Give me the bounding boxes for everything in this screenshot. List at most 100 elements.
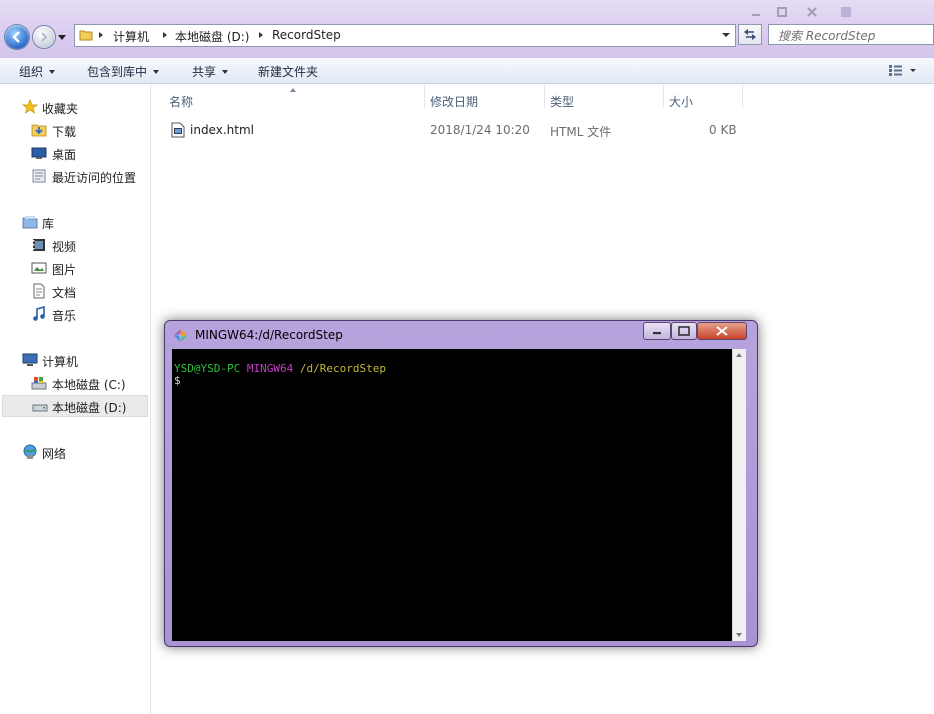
star-icon [22,99,38,114]
nav-favorites-label: 收藏夹 [42,102,79,116]
file-name: index.html [190,123,254,137]
file-modified: 2018/1/24 10:20 [430,123,530,137]
nav-item-label: 桌面 [52,148,77,162]
breadcrumb-separator [99,32,103,38]
nav-item-label: 文档 [52,286,77,300]
column-header-type[interactable]: 类型 [544,84,664,109]
nav-item-label: 最近访问的位置 [52,171,137,185]
folder-icon [79,30,93,41]
share-menu[interactable]: 共享 [192,63,229,80]
nav-network-label: 网络 [42,447,67,461]
nav-item-drive-c[interactable]: 本地磁盘 (C:) [0,372,148,394]
back-arrow-icon [12,31,20,43]
git-bash-icon [174,329,187,342]
breadcrumb-computer[interactable]: 计算机 [113,28,149,45]
video-icon [33,239,45,251]
recent-places-icon [32,169,46,183]
minimize-icon[interactable] [750,6,762,18]
recent-pages-dropdown-icon[interactable] [58,33,66,41]
nav-libraries[interactable]: 库 [0,211,148,233]
forward-button[interactable] [33,26,55,48]
breadcrumb-recordstep[interactable]: RecordStep [272,28,341,42]
music-icon [33,306,45,321]
prompt-path: /d/RecordStep [299,362,386,375]
search-input[interactable]: 搜索 RecordStep [768,24,934,45]
terminal-prompt-line: YSD@YSD-PC MINGW64 /d/RecordStep [174,363,386,375]
computer-icon [22,353,38,366]
nav-item-label: 音乐 [52,309,77,323]
refresh-button[interactable] [738,24,762,45]
column-header-name[interactable]: 名称 [163,84,425,109]
nav-item-pictures[interactable]: 图片 [0,257,148,279]
nav-network[interactable]: 网络 [0,441,148,463]
organize-menu[interactable]: 组织 [19,63,56,80]
nav-item-desktop[interactable]: 桌面 [0,142,148,164]
nav-computer[interactable]: 计算机 [0,349,148,371]
nav-libraries-label: 库 [42,217,55,231]
scroll-down-icon[interactable] [736,633,742,637]
refresh-icon [744,29,756,40]
terminal-title-bar[interactable]: MINGW64:/d/RecordStep [165,321,757,349]
include-in-library-menu[interactable]: 包含到库中 [87,63,160,80]
breadcrumb-separator [163,32,167,38]
nav-computer-label: 计算机 [42,355,79,369]
network-icon [23,444,37,459]
pictures-icon [31,262,47,274]
chevron-down-icon [49,70,56,74]
terminal-minimize-button[interactable] [643,322,671,340]
nav-item-label: 本地磁盘 (D:) [52,401,127,415]
address-path-box[interactable]: 计算机 本地磁盘 (D:) RecordStep [74,24,736,47]
prompt-symbol: $ [174,374,181,387]
navigation-pane: 收藏夹 下载 桌面 最近访问的位置 库 视频 图片 文档 音乐 计算机 本地磁盘… [0,84,151,714]
file-size: 0 KB [709,123,737,137]
nav-item-downloads[interactable]: 下载 [0,119,148,141]
nav-item-documents[interactable]: 文档 [0,280,148,302]
terminal-title: MINGW64:/d/RecordStep [195,328,343,342]
prompt-user-host: YSD@YSD-PC [174,362,241,375]
terminal-close-button[interactable] [697,322,747,340]
html-file-icon [171,122,185,138]
documents-icon [33,283,45,299]
file-row[interactable]: index.html 2018/1/24 10:20 HTML 文件 0 KB [151,120,751,142]
terminal-maximize-button[interactable] [671,322,697,340]
new-folder-button[interactable]: 新建文件夹 [258,63,318,80]
back-button[interactable] [5,25,29,49]
nav-favorites[interactable]: 收藏夹 [0,96,148,118]
column-header-modified[interactable]: 修改日期 [424,84,545,109]
address-dropdown-icon[interactable] [722,33,730,37]
nav-item-drive-d[interactable]: 本地磁盘 (D:) [2,395,148,417]
view-options-icon[interactable] [888,64,922,76]
address-bar-area: 计算机 本地磁盘 (D:) RecordStep 搜索 RecordStep [0,0,934,58]
terminal-scrollbar[interactable] [732,349,746,641]
file-type: HTML 文件 [550,125,612,139]
breadcrumb-drive-d[interactable]: 本地磁盘 (D:) [175,28,249,45]
nav-item-videos[interactable]: 视频 [0,234,148,256]
scroll-up-icon[interactable] [736,353,742,357]
pin-icon[interactable] [840,6,852,18]
organize-label: 组织 [19,65,44,79]
maximize-icon[interactable] [776,6,788,18]
prompt-env: MINGW64 [246,362,294,375]
system-drive-icon [31,377,47,390]
close-icon [716,326,728,336]
terminal-output[interactable]: YSD@YSD-PC MINGW64 /d/RecordStep $ [172,349,746,641]
chevron-down-icon [153,70,160,74]
share-label: 共享 [192,65,217,79]
mingw-terminal-window[interactable]: MINGW64:/d/RecordStep YSD@YSD-PC MINGW64… [164,320,758,647]
nav-item-music[interactable]: 音乐 [0,303,148,325]
column-header-size[interactable]: 大小 [663,84,743,109]
nav-item-label: 图片 [52,263,77,277]
nav-item-recent-places[interactable]: 最近访问的位置 [0,165,148,187]
drive-icon [32,404,48,412]
desktop-icon [31,147,47,159]
nav-item-label: 下载 [52,125,77,139]
command-bar: 组织 包含到库中 共享 新建文件夹 [0,58,934,84]
close-icon[interactable] [806,6,818,18]
minimize-icon [653,332,661,335]
maximize-icon [678,326,690,336]
chevron-down-icon [222,70,229,74]
library-icon [22,216,38,229]
downloads-folder-icon [31,124,47,137]
breadcrumb-separator [259,32,263,38]
include-in-library-label: 包含到库中 [87,65,148,79]
